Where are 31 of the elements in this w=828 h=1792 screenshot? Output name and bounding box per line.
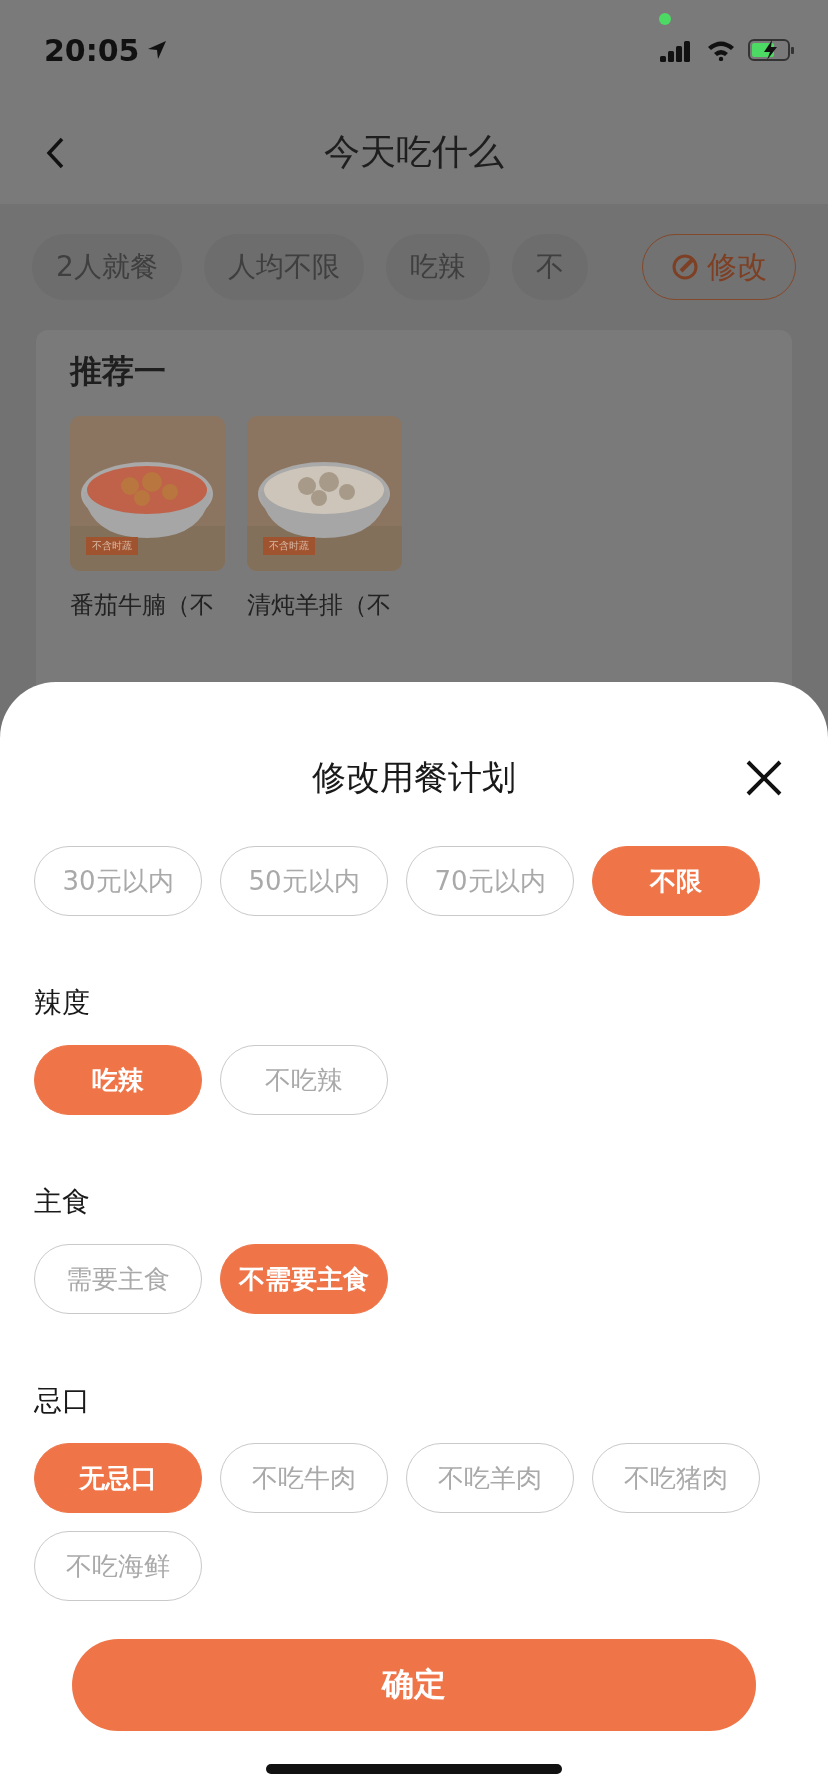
- dish-name: 番茄牛腩（不: [70, 590, 215, 621]
- section-label: 忌口: [34, 1384, 90, 1418]
- dish-badge: 不含时蔬: [263, 537, 315, 555]
- close-icon: [744, 758, 784, 798]
- option-chip[interactable]: 需要主食: [34, 1244, 202, 1314]
- dish-name: 清炖羊排（不: [247, 590, 392, 621]
- option-chip[interactable]: 不吃海鲜: [34, 1531, 202, 1601]
- section-label: 主食: [34, 1185, 90, 1219]
- option-chip[interactable]: 30元以内: [34, 846, 202, 916]
- page-title: 今天吃什么: [324, 129, 504, 174]
- wifi-icon: [706, 39, 736, 61]
- option-chip[interactable]: 70元以内: [406, 846, 574, 916]
- option-chip[interactable]: 不需要主食: [220, 1244, 388, 1314]
- option-chip[interactable]: 不吃羊肉: [406, 1443, 574, 1513]
- option-chip[interactable]: 50元以内: [220, 846, 388, 916]
- option-chip[interactable]: 不吃牛肉: [220, 1443, 388, 1513]
- option-chip[interactable]: 吃辣: [34, 1045, 202, 1115]
- sheet-title: 修改用餐计划: [312, 756, 516, 799]
- status-time: 20:05: [44, 32, 140, 68]
- option-chip[interactable]: 无忌口: [34, 1443, 202, 1513]
- battery-charging-icon: [748, 38, 794, 62]
- confirm-button[interactable]: 确定: [72, 1639, 756, 1731]
- privacy-dot-icon: [659, 13, 671, 25]
- option-chip[interactable]: 不限: [592, 846, 760, 916]
- section-label: 辣度: [34, 986, 90, 1020]
- edit-icon: [671, 253, 699, 281]
- dish-badge: 不含时蔬: [86, 537, 138, 555]
- card-title: 推荐一: [70, 351, 167, 392]
- option-chip[interactable]: 不吃猪肉: [592, 1443, 760, 1513]
- close-button[interactable]: [744, 758, 784, 798]
- option-chip[interactable]: 不吃辣: [220, 1045, 388, 1115]
